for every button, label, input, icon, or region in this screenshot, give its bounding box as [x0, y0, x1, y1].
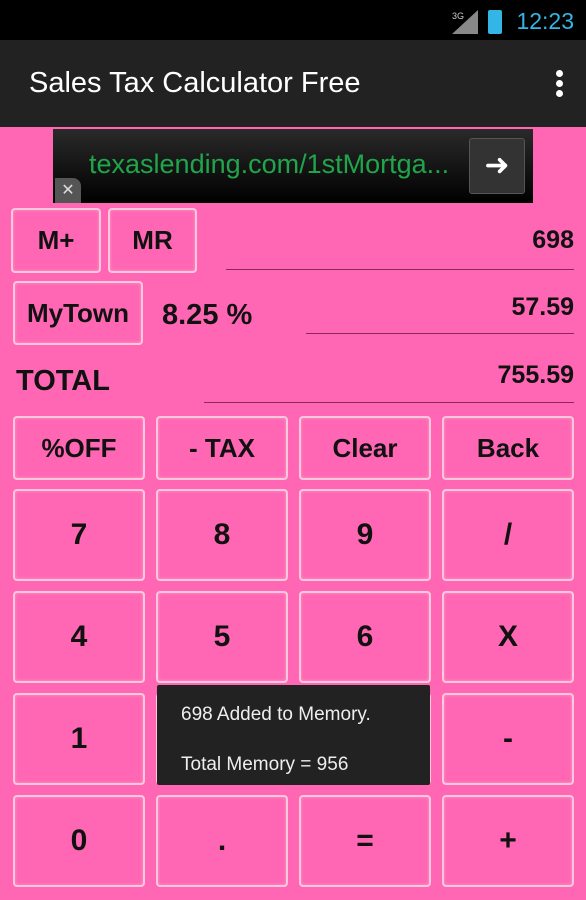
- app-title: Sales Tax Calculator Free: [29, 67, 361, 99]
- arrow-right-icon[interactable]: ➜: [469, 138, 525, 194]
- key-button[interactable]: %OFF: [13, 416, 145, 480]
- toast-line: 698 Added to Memory.: [181, 704, 371, 725]
- amount-field[interactable]: 698: [226, 226, 574, 255]
- toast-line: Total Memory = 956: [181, 754, 349, 775]
- key-button[interactable]: - TAX: [156, 416, 288, 480]
- battery-icon: [488, 10, 502, 34]
- svg-text:3G: 3G: [452, 11, 464, 21]
- tax-value: 57.59: [511, 293, 574, 321]
- key-button[interactable]: 0: [13, 795, 145, 887]
- close-icon[interactable]: ✕: [55, 178, 81, 203]
- key-button[interactable]: 9: [299, 489, 431, 581]
- key-button[interactable]: 8: [156, 489, 288, 581]
- tax-rate: 8.25 %: [162, 299, 253, 331]
- memory-add-button[interactable]: M+: [11, 208, 101, 273]
- total-value: 755.59: [497, 361, 574, 389]
- key-button[interactable]: /: [442, 489, 574, 581]
- key-button[interactable]: -: [442, 693, 574, 785]
- clock: 12:23: [516, 8, 574, 34]
- overflow-menu-icon[interactable]: [556, 70, 564, 100]
- toast-message: 698 Added to Memory. Total Memory = 956: [157, 685, 430, 785]
- key-button[interactable]: =: [299, 795, 431, 887]
- divider: [226, 269, 574, 270]
- status-bar: 3G 12:23: [0, 0, 586, 40]
- key-button[interactable]: Back: [442, 416, 574, 480]
- divider: [204, 402, 574, 403]
- key-button[interactable]: +: [442, 795, 574, 887]
- key-button[interactable]: 5: [156, 591, 288, 683]
- ad-banner[interactable]: texaslending.com/1stMortga... ➜: [53, 129, 533, 203]
- signal-icon: 3G: [452, 10, 478, 34]
- ad-text[interactable]: texaslending.com/1stMortga...: [89, 149, 449, 180]
- key-button[interactable]: 1: [13, 693, 145, 785]
- key-button[interactable]: Clear: [299, 416, 431, 480]
- divider: [306, 333, 574, 334]
- action-bar: Sales Tax Calculator Free: [0, 40, 586, 127]
- total-label: TOTAL: [16, 365, 110, 397]
- key-button[interactable]: .: [156, 795, 288, 887]
- key-button[interactable]: X: [442, 591, 574, 683]
- memory-recall-button[interactable]: MR: [108, 208, 197, 273]
- key-button[interactable]: 7: [13, 489, 145, 581]
- mytown-button[interactable]: MyTown: [13, 281, 143, 345]
- key-button[interactable]: 4: [13, 591, 145, 683]
- key-button[interactable]: 6: [299, 591, 431, 683]
